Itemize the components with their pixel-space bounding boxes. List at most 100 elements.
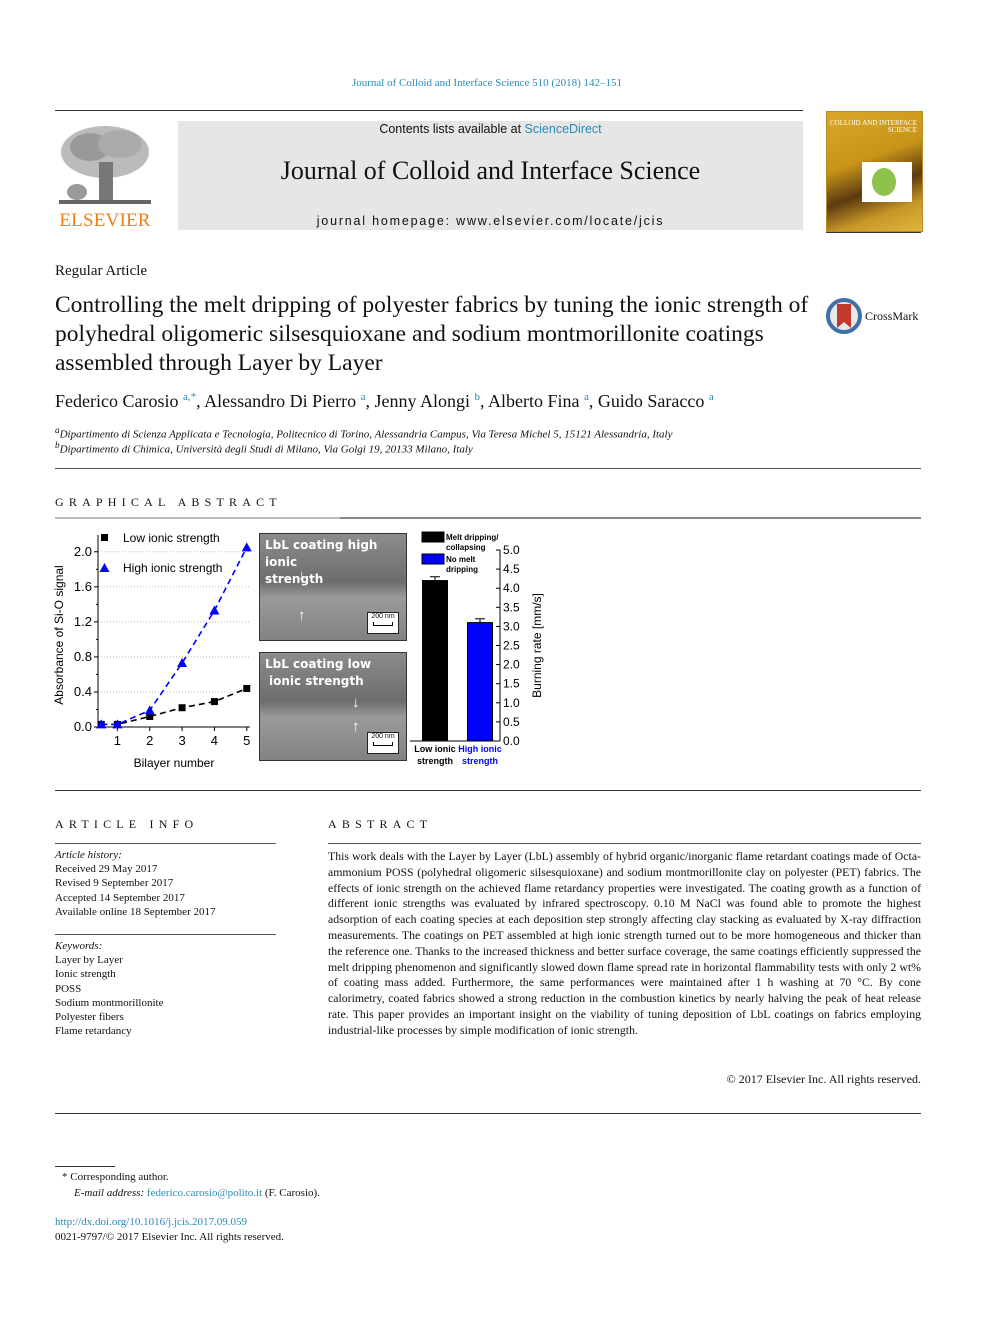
arrow-down-icon: ↓: [352, 695, 360, 711]
x-tick-label: 5: [243, 733, 250, 748]
section-rule: [55, 790, 921, 791]
data-point-low: [210, 698, 218, 706]
legend-label: collapsing: [446, 543, 486, 552]
legend-label: Melt dripping/: [446, 533, 499, 542]
author-list: Federico Carosio a,*, Alessandro Di Pier…: [55, 391, 714, 411]
section-rule: [55, 468, 921, 469]
data-point-low: [178, 704, 186, 712]
sem-image-high-ionic[interactable]: LbL coating high ionic strength ↓ ↑ 200 n…: [259, 533, 407, 641]
cover-rule: [826, 232, 921, 233]
legend-label: Low ionic strength: [123, 531, 220, 545]
history-entry: Revised 9 September 2017: [55, 877, 174, 890]
article-info-heading: ARTICLE INFO: [55, 817, 199, 831]
graphical-abstract-heading: GRAPHICAL ABSTRACT: [55, 495, 282, 509]
y-tick-label: 3.5: [503, 600, 520, 614]
y-tick-label: 0.8: [74, 649, 92, 664]
keyword[interactable]: POSS: [55, 982, 276, 996]
y-tick-label: 4.5: [503, 562, 520, 576]
data-point-low: [243, 684, 251, 692]
data-point-high: [241, 542, 252, 552]
y-tick-label: 1.5: [503, 677, 520, 691]
keyword[interactable]: Sodium montmorillonite: [55, 996, 276, 1010]
article-type: Regular Article: [55, 263, 148, 279]
abstract-heading: ABSTRACT: [328, 817, 433, 831]
category-label: Low ionic: [414, 744, 456, 754]
category-label: High ionic: [458, 744, 502, 754]
section-rule: [55, 1113, 921, 1114]
category-label: strength: [462, 756, 498, 766]
journal-title: Journal of Colloid and Interface Science: [280, 156, 701, 185]
series-line: [101, 687, 248, 726]
ga-rule-dark: [340, 517, 921, 519]
y-tick-label: 3.0: [503, 619, 520, 633]
author[interactable]: Guido Saracco a: [598, 391, 714, 411]
bar: [467, 622, 493, 742]
crossmark-button[interactable]: CrossMark: [826, 298, 926, 334]
keyword[interactable]: Flame retardancy: [55, 1024, 276, 1038]
keyword[interactable]: Polyester fibers: [55, 1010, 276, 1024]
journal-homepage[interactable]: journal homepage: www.elsevier.com/locat…: [178, 214, 803, 228]
arrow-up-icon: ↑: [352, 719, 360, 735]
author[interactable]: Alessandro Di Pierro a: [204, 391, 365, 411]
email-link[interactable]: federico.carosio@polito.it: [147, 1187, 262, 1199]
arrow-up-icon: ↑: [298, 608, 306, 624]
contents-line: Contents lists available at ScienceDirec…: [178, 122, 803, 136]
abstract-rule: [328, 843, 921, 844]
footnote-rule: [55, 1166, 115, 1167]
y-axis-label: Absorbance of Si-O signal: [52, 565, 66, 704]
journal-citation[interactable]: Journal of Colloid and Interface Science…: [0, 77, 974, 89]
ga-rule-light: [55, 517, 340, 519]
keyword[interactable]: Layer by Layer: [55, 953, 276, 967]
author[interactable]: Jenny Alongi b: [375, 391, 481, 411]
elsevier-logo[interactable]: ELSEVIER: [55, 122, 155, 232]
y-tick-label: 5.0: [503, 543, 520, 557]
sciencedirect-link[interactable]: ScienceDirect: [525, 122, 602, 136]
y-axis-label: Burning rate [mm/s]: [530, 593, 544, 698]
abstract-copyright: © 2017 Elsevier Inc. All rights reserved…: [726, 1072, 921, 1086]
x-axis-label: Bilayer number: [134, 756, 215, 770]
x-tick-label: 2: [146, 733, 153, 748]
info-rule: [55, 843, 276, 844]
tree-icon: [59, 126, 151, 204]
y-tick-label: 1.0: [503, 696, 520, 710]
y-tick-label: 4.0: [503, 581, 520, 595]
legend-label: No melt: [446, 555, 476, 564]
y-tick-label: 2.0: [503, 658, 520, 672]
y-tick-label: 0.5: [503, 715, 520, 729]
doi-link[interactable]: http://dx.doi.org/10.1016/j.jcis.2017.09…: [55, 1216, 247, 1228]
sem-image-low-ionic[interactable]: LbL coating low ionic strength ↓ ↑ 200 nm: [259, 652, 407, 761]
crossmark-label: CrossMark: [865, 309, 919, 323]
data-point-high: [144, 705, 155, 715]
keyword[interactable]: Ionic strength: [55, 967, 276, 981]
legend-label: High ionic strength: [123, 561, 222, 575]
scale-bar: 200 nm: [367, 612, 399, 634]
y-tick-label: 2.0: [74, 544, 92, 559]
history-entry: Received 29 May 2017: [55, 863, 158, 876]
legend-swatch: [421, 553, 445, 565]
x-tick-label: 1: [114, 733, 121, 748]
crossmark-icon: [826, 298, 862, 334]
arrow-down-icon: ↓: [298, 568, 306, 584]
corresponding-author-note: * Corresponding author.: [62, 1171, 169, 1183]
issn-line: 0021-9797/© 2017 Elsevier Inc. All right…: [55, 1231, 284, 1243]
history-entry: Accepted 14 September 2017: [55, 891, 185, 904]
email-line: E-mail address: federico.carosio@polito.…: [74, 1187, 320, 1199]
y-tick-label: 2.5: [503, 639, 520, 653]
abstract-text: This work deals with the Layer by Layer …: [328, 849, 921, 1037]
affiliation: aDipartimento di Scienza Applicata e Tec…: [55, 425, 673, 441]
article-title: Controlling the melt dripping of polyest…: [55, 292, 809, 376]
scale-bar: 200 nm: [367, 732, 399, 754]
article-history: Article history: Received 29 May 2017 Rev…: [55, 848, 276, 919]
cover-illustration: [862, 162, 912, 202]
author[interactable]: Federico Carosio a,*: [55, 391, 196, 411]
y-tick-label: 0.0: [74, 719, 92, 734]
legend-swatch: [421, 531, 445, 543]
bar: [422, 580, 448, 742]
legend-marker: [99, 563, 110, 572]
x-tick-label: 4: [211, 733, 218, 748]
author[interactable]: Alberto Fina a: [488, 391, 589, 411]
x-tick-label: 3: [178, 733, 185, 748]
data-point-high: [177, 658, 188, 668]
journal-cover-image[interactable]: COLLOID AND INTERFACE SCIENCE: [826, 111, 923, 232]
y-tick-label: 1.2: [74, 614, 92, 629]
